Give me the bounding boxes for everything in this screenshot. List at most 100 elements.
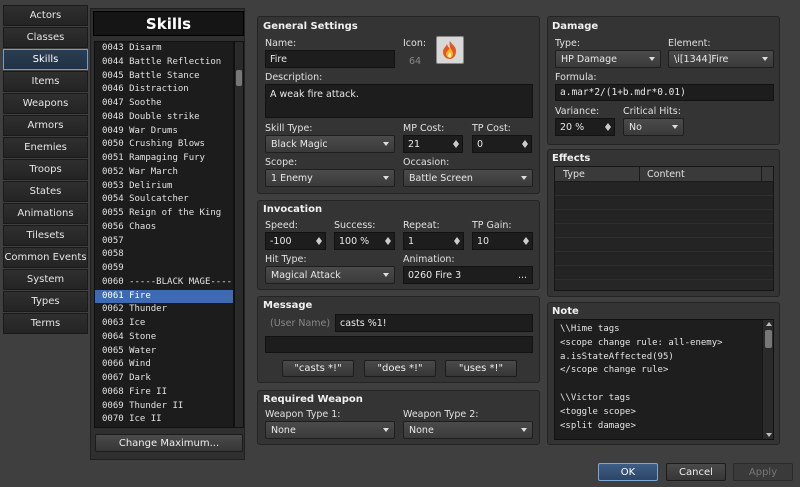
weapon-type2-select[interactable]: None [403, 421, 533, 439]
skill-list[interactable]: 0043 Disarm 0044 Battle Reflection 0045 Ba… [94, 41, 234, 428]
skill-list-item[interactable]: 0064 Stone [95, 331, 233, 345]
skill-list-item[interactable]: 0060 -----BLACK MAGE------- [95, 276, 233, 290]
skill-list-item[interactable]: 0046 Distraction [95, 83, 233, 97]
effects-row[interactable] [555, 252, 773, 266]
weapon-type1-select[interactable]: None [265, 421, 395, 439]
skill-list-item[interactable]: 0066 Wind [95, 358, 233, 372]
effects-table[interactable]: Type Content [554, 166, 774, 291]
tp-gain-stepper[interactable]: 10 [472, 232, 533, 250]
spin-down-icon[interactable] [522, 144, 528, 148]
spin-down-icon[interactable] [523, 241, 529, 245]
skill-list-item[interactable]: 0053 Delirium [95, 180, 233, 194]
nav-animations[interactable]: Animations [3, 203, 88, 224]
skill-list-item[interactable]: 0044 Battle Reflection [95, 56, 233, 70]
skill-list-item[interactable]: 0047 Soothe [95, 97, 233, 111]
repeat-label: Repeat: [403, 220, 440, 231]
skill-list-item[interactable]: 0056 Chaos [95, 221, 233, 235]
nav-enemies[interactable]: Enemies [3, 137, 88, 158]
skill-list-item[interactable]: 0054 Soulcatcher [95, 193, 233, 207]
spin-down-icon[interactable] [316, 241, 322, 245]
damage-type-select[interactable]: HP Damage [555, 50, 661, 68]
spin-down-icon[interactable] [453, 144, 459, 148]
note-scrollbar[interactable] [762, 320, 773, 439]
spin-down-icon[interactable] [454, 241, 460, 245]
scroll-up-icon[interactable] [766, 322, 772, 326]
formula-input[interactable]: a.mar*2/(1+b.mdr*0.01) [555, 84, 774, 101]
spin-down-icon[interactable] [605, 127, 611, 131]
does-button[interactable]: "does *!" [364, 360, 436, 377]
nav-terms[interactable]: Terms [3, 313, 88, 334]
nav-actors[interactable]: Actors [3, 5, 88, 26]
nav-weapons[interactable]: Weapons [3, 93, 88, 114]
note-textarea[interactable]: \\Hime tags <scope change rule: all-enemy… [554, 319, 774, 440]
skill-type-select[interactable]: Black Magic [265, 135, 395, 153]
element-select[interactable]: \i[1344]Fire [668, 50, 774, 68]
nav-armors[interactable]: Armors [3, 115, 88, 136]
scroll-down-icon[interactable] [766, 433, 772, 437]
skill-list-item[interactable]: 0057 [95, 235, 233, 249]
skill-list-item[interactable]: 0059 [95, 262, 233, 276]
message-line1-input[interactable]: casts %1! [335, 314, 533, 332]
nav-skills[interactable]: Skills [3, 49, 88, 70]
skill-list-item[interactable]: 0049 War Drums [95, 125, 233, 139]
tp-cost-stepper[interactable]: 0 [472, 135, 532, 153]
effects-row[interactable] [555, 210, 773, 224]
apply-button[interactable]: Apply [733, 463, 793, 481]
skill-list-item[interactable]: 0048 Double strike [95, 111, 233, 125]
critical-hits-select[interactable]: No [623, 118, 684, 136]
skill-list-item[interactable]: 0043 Disarm [95, 42, 233, 56]
name-input[interactable]: Fire [265, 50, 395, 68]
nav-states[interactable]: States [3, 181, 88, 202]
skill-list-scrollbar[interactable] [234, 41, 244, 428]
scope-select[interactable]: 1 Enemy [265, 169, 395, 187]
nav-common-events[interactable]: Common Events [3, 247, 88, 268]
ok-button[interactable]: OK [598, 463, 658, 481]
skill-list-item[interactable]: 0050 Crushing Blows [95, 138, 233, 152]
nav-troops[interactable]: Troops [3, 159, 88, 180]
repeat-stepper[interactable]: 1 [403, 232, 464, 250]
skill-list-item[interactable]: 0061 Fire [95, 289, 233, 304]
hit-type-select[interactable]: Magical Attack [265, 266, 395, 284]
effects-row[interactable] [555, 266, 773, 280]
success-stepper[interactable]: 100 % [334, 232, 395, 250]
skill-list-item[interactable]: 0055 Reign of the King [95, 207, 233, 221]
skill-list-item[interactable]: 0065 Water [95, 345, 233, 359]
scrollbar-thumb[interactable] [236, 70, 242, 86]
skill-list-item[interactable]: 0045 Battle Stance [95, 70, 233, 84]
cancel-button[interactable]: Cancel [666, 463, 726, 481]
skill-list-item[interactable]: 0063 Ice [95, 317, 233, 331]
skill-list-item[interactable]: 0067 Dark [95, 372, 233, 386]
scrollbar-thumb[interactable] [765, 330, 772, 348]
effects-row[interactable] [555, 224, 773, 238]
uses-button[interactable]: "uses *!" [445, 360, 517, 377]
chevron-down-icon [383, 142, 389, 146]
formula-label: Formula: [555, 72, 597, 83]
nav-classes[interactable]: Classes [3, 27, 88, 48]
skill-list-item[interactable]: 0069 Thunder II [95, 400, 233, 414]
casts-button[interactable]: "casts *!" [282, 360, 354, 377]
skill-list-item[interactable]: 0062 Thunder [95, 303, 233, 317]
animation-picker[interactable]: 0260 Fire 3... [403, 266, 533, 284]
skill-list-item[interactable]: 0051 Rampaging Fury [95, 152, 233, 166]
occasion-select[interactable]: Battle Screen [403, 169, 533, 187]
skill-list-item[interactable]: 0070 Ice II [95, 413, 233, 427]
spin-down-icon[interactable] [385, 241, 391, 245]
skill-list-item[interactable]: 0068 Fire II [95, 386, 233, 400]
effects-row[interactable] [555, 182, 773, 196]
effects-row[interactable] [555, 238, 773, 252]
message-line2-input[interactable] [265, 336, 533, 353]
change-maximum-button[interactable]: Change Maximum... [95, 434, 243, 452]
speed-stepper[interactable]: -100 [265, 232, 326, 250]
effects-row[interactable] [555, 196, 773, 210]
more-icon[interactable]: ... [518, 270, 527, 281]
nav-system[interactable]: System [3, 269, 88, 290]
skill-list-item[interactable]: 0052 War March [95, 166, 233, 180]
skill-list-item[interactable]: 0058 [95, 248, 233, 262]
nav-items[interactable]: Items [3, 71, 88, 92]
variance-stepper[interactable]: 20 % [555, 118, 615, 136]
fire-icon[interactable] [436, 36, 464, 64]
nav-types[interactable]: Types [3, 291, 88, 312]
mp-cost-stepper[interactable]: 21 [403, 135, 463, 153]
description-input[interactable]: A weak fire attack. [265, 84, 533, 118]
nav-tilesets[interactable]: Tilesets [3, 225, 88, 246]
